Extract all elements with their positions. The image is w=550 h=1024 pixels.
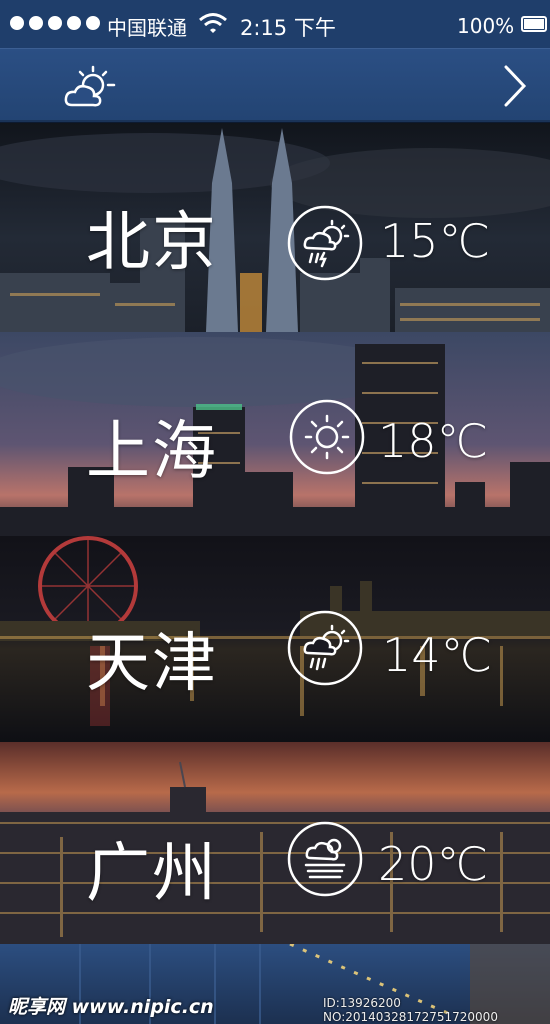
temperature: 15℃ xyxy=(380,214,491,268)
wifi-icon xyxy=(199,13,227,33)
nav-bar xyxy=(0,48,550,122)
signal-strength-icon xyxy=(10,16,100,30)
temperature: 14℃ xyxy=(382,628,493,682)
temperature: 18℃ xyxy=(378,414,489,468)
rain-icon xyxy=(287,610,363,686)
haze-icon xyxy=(287,821,363,897)
temperature: 20℃ xyxy=(378,837,489,891)
city-row-shanghai[interactable]: 上海 18℃ xyxy=(0,332,550,536)
carrier-name: 中国联通 xyxy=(107,16,187,40)
clock: 2:15 下午 xyxy=(240,16,336,40)
chevron-right-icon[interactable] xyxy=(496,63,532,109)
city-row-beijing[interactable]: 北京 15℃ xyxy=(0,123,550,332)
city-row-tianjin[interactable]: 天津 14℃ xyxy=(0,536,550,742)
watermark: 昵享网 www.nipic.cn xyxy=(8,996,214,1018)
battery-icon xyxy=(521,16,547,32)
city-name: 天津 xyxy=(86,627,218,701)
battery-percent: 100% xyxy=(457,14,515,38)
city-name: 广州 xyxy=(86,837,218,911)
watermark-id: ID:13926200 NO:20140328172751720000 xyxy=(323,996,498,1024)
status-bar: 中国联通 2:15 下午 100% xyxy=(0,0,550,48)
city-name: 北京 xyxy=(86,206,218,280)
city-name: 上海 xyxy=(86,415,218,489)
sunny-icon xyxy=(289,399,365,475)
city-row-guangzhou[interactable]: 广州 20℃ xyxy=(0,742,550,944)
weather-icon[interactable] xyxy=(62,61,118,111)
thunder-rain-icon xyxy=(287,205,363,281)
